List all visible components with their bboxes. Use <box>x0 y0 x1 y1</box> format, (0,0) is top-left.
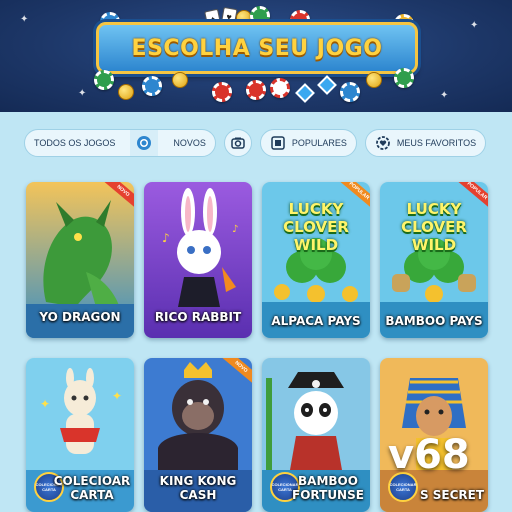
svg-text:✦: ✦ <box>40 397 50 411</box>
svg-text:✦: ✦ <box>112 389 122 403</box>
game-tile-bamboo-pays[interactable]: LUCKY CLOVER WILD POPULAR BAMBOO PAYS <box>380 182 488 338</box>
svg-text:♪: ♪ <box>232 224 238 235</box>
game-title: RICO RABBIT <box>154 310 242 324</box>
tab-camera[interactable] <box>223 129 252 157</box>
tab-meus-favoritos[interactable]: MEUS FAVORITOS <box>364 129 487 157</box>
game-logo: LUCKY CLOVER WILD <box>283 200 349 254</box>
tab-label: NOVOS <box>173 138 206 148</box>
tab-label: TODOS OS JOGOS <box>34 138 116 148</box>
game-title: ALPACA PAYS <box>271 314 361 328</box>
sparkle-icon: ✦ <box>78 88 87 99</box>
game-title: COLECIOAR CARTA <box>53 474 131 502</box>
poker-chip-icon <box>142 76 162 96</box>
tab-todos-os-jogos[interactable]: TODOS OS JOGOS <box>25 130 124 156</box>
poker-chip-icon <box>394 68 414 88</box>
cards-icon <box>271 136 285 150</box>
tab-populares[interactable]: POPULARES <box>259 129 357 157</box>
sparkle-icon: ✦ <box>20 14 29 25</box>
category-tabs: TODOS OS JOGOS NOVOS POPULARES MEUS FAVO… <box>24 128 487 158</box>
game-tile-colecioar-carta[interactable]: ✦ ✦ COLECIONAR CARTA COLECIOAR CARTA <box>26 358 134 512</box>
game-title: BAMBOO FORTUNSE <box>292 474 364 502</box>
game-tile-rico-rabbit[interactable]: ♪ ♪ RICO RABBIT <box>144 182 252 338</box>
svg-text:♪: ♪ <box>162 231 170 245</box>
game-title: BAMBOO PAYS <box>385 314 483 328</box>
poker-chip-icon <box>130 130 159 156</box>
game-tile-yo-dragon[interactable]: NOVO YO DRAGON <box>26 182 134 338</box>
game-tile-king-kong-cash[interactable]: NOVO KING KONG CASH <box>144 358 252 512</box>
poker-chip-icon <box>270 78 290 98</box>
version-watermark: v68 <box>388 432 470 478</box>
poker-chip-icon <box>246 80 266 100</box>
game-logo: LUCKY CLOVER WILD <box>401 200 467 254</box>
tab-group-todos-novos: TODOS OS JOGOS NOVOS <box>24 129 216 157</box>
diamond-icon <box>295 83 315 103</box>
poker-chip-icon <box>94 70 114 90</box>
game-tile-alpaca-pays[interactable]: LUCKY CLOVER WILD POPULAR ALPACA PAYS <box>262 182 370 338</box>
game-tile-bamboo-fortunse[interactable]: COLECIONAR CARTA BAMBOO FORTUNSE <box>262 358 370 512</box>
coin-icon <box>366 72 382 88</box>
coin-icon <box>172 72 188 88</box>
title-plate: ESCOLHA SEU JOGO <box>96 22 418 74</box>
poker-chip-icon <box>340 82 360 102</box>
heart-gear-icon <box>376 136 390 150</box>
tab-label: MEUS FAVORITOS <box>396 138 477 148</box>
diamond-icon <box>317 75 337 95</box>
camera-icon <box>231 137 245 149</box>
game-title: KING KONG CASH <box>159 474 237 502</box>
game-title: YO DRAGON <box>39 310 121 324</box>
coin-icon <box>118 84 134 100</box>
tab-label: POPULARES <box>291 138 347 148</box>
header-banner: ✦ ✦ ✦ ✦ ♠ ♥ ESCOLHA SEU JOGO <box>0 0 512 112</box>
poker-chip-icon <box>212 82 232 102</box>
sparkle-icon: ✦ <box>440 90 449 101</box>
game-title: S SECRET <box>419 488 485 502</box>
page-title: ESCOLHA SEU JOGO <box>131 35 383 61</box>
sparkle-icon: ✦ <box>470 20 479 31</box>
tab-novos[interactable]: NOVOS <box>164 130 215 156</box>
